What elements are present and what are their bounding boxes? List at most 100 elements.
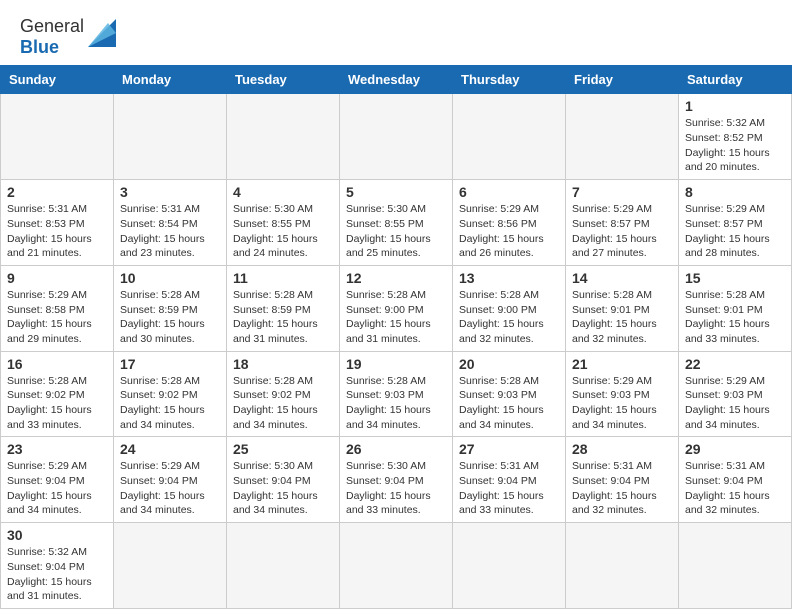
- logo-general-text: General: [20, 16, 84, 36]
- logo: General Blue: [20, 16, 116, 57]
- weekday-header-tuesday: Tuesday: [227, 66, 340, 94]
- day-info: Sunrise: 5:29 AM Sunset: 9:04 PM Dayligh…: [7, 459, 107, 518]
- day-number: 4: [233, 184, 333, 200]
- calendar-day-cell: [566, 523, 679, 609]
- day-number: 19: [346, 356, 446, 372]
- calendar-day-cell: [340, 94, 453, 180]
- day-info: Sunrise: 5:31 AM Sunset: 9:04 PM Dayligh…: [572, 459, 672, 518]
- day-number: 28: [572, 441, 672, 457]
- calendar-day-cell: [1, 94, 114, 180]
- weekday-header-thursday: Thursday: [453, 66, 566, 94]
- calendar-day-cell: 10Sunrise: 5:28 AM Sunset: 8:59 PM Dayli…: [114, 265, 227, 351]
- day-number: 27: [459, 441, 559, 457]
- day-info: Sunrise: 5:28 AM Sunset: 9:01 PM Dayligh…: [572, 288, 672, 347]
- calendar-day-cell: 25Sunrise: 5:30 AM Sunset: 9:04 PM Dayli…: [227, 437, 340, 523]
- day-info: Sunrise: 5:29 AM Sunset: 8:57 PM Dayligh…: [685, 202, 785, 261]
- calendar-day-cell: [114, 94, 227, 180]
- day-number: 15: [685, 270, 785, 286]
- calendar-day-cell: 6 Sunrise: 5:29 AM Sunset: 8:56 PM Daylig…: [453, 180, 566, 266]
- day-number: 18: [233, 356, 333, 372]
- day-info: Sunrise: 5:30 AM Sunset: 9:04 PM Dayligh…: [346, 459, 446, 518]
- day-number: 21: [572, 356, 672, 372]
- calendar-day-cell: 2Sunrise: 5:31 AM Sunset: 8:53 PM Daylig…: [1, 180, 114, 266]
- day-info: Sunrise: 5:28 AM Sunset: 9:00 PM Dayligh…: [459, 288, 559, 347]
- calendar-day-cell: 3 Sunrise: 5:31 AM Sunset: 8:54 PM Daylig…: [114, 180, 227, 266]
- calendar-day-cell: 4 Sunrise: 5:30 AM Sunset: 8:55 PM Daylig…: [227, 180, 340, 266]
- day-info: Sunrise: 5:29 AM Sunset: 9:03 PM Dayligh…: [572, 374, 672, 433]
- day-info: Sunrise: 5:29 AM Sunset: 9:03 PM Dayligh…: [685, 374, 785, 433]
- logo-text-block: General Blue: [20, 16, 84, 57]
- day-info: Sunrise: 5:31 AM Sunset: 8:54 PM Dayligh…: [120, 202, 220, 261]
- calendar-day-cell: 30 Sunrise: 5:32 AM Sunset: 9:04 PM Dayli…: [1, 523, 114, 609]
- calendar-day-cell: 21 Sunrise: 5:29 AM Sunset: 9:03 PM Dayli…: [566, 351, 679, 437]
- calendar-day-cell: 8 Sunrise: 5:29 AM Sunset: 8:57 PM Daylig…: [679, 180, 792, 266]
- day-number: 17: [120, 356, 220, 372]
- day-number: 6: [459, 184, 559, 200]
- calendar-day-cell: [566, 94, 679, 180]
- day-number: 22: [685, 356, 785, 372]
- calendar-day-cell: 13Sunrise: 5:28 AM Sunset: 9:00 PM Dayli…: [453, 265, 566, 351]
- calendar-day-cell: [114, 523, 227, 609]
- day-info: Sunrise: 5:28 AM Sunset: 9:03 PM Dayligh…: [346, 374, 446, 433]
- calendar-day-cell: 14 Sunrise: 5:28 AM Sunset: 9:01 PM Dayli…: [566, 265, 679, 351]
- calendar-table: SundayMondayTuesdayWednesdayThursdayFrid…: [0, 65, 792, 609]
- calendar-day-cell: 26 Sunrise: 5:30 AM Sunset: 9:04 PM Dayli…: [340, 437, 453, 523]
- calendar-day-cell: 27 Sunrise: 5:31 AM Sunset: 9:04 PM Dayli…: [453, 437, 566, 523]
- day-info: Sunrise: 5:30 AM Sunset: 8:55 PM Dayligh…: [346, 202, 446, 261]
- day-number: 16: [7, 356, 107, 372]
- day-info: Sunrise: 5:28 AM Sunset: 9:02 PM Dayligh…: [7, 374, 107, 433]
- day-info: Sunrise: 5:29 AM Sunset: 8:56 PM Dayligh…: [459, 202, 559, 261]
- logo-blue-text: Blue: [20, 37, 59, 57]
- calendar-day-cell: 7 Sunrise: 5:29 AM Sunset: 8:57 PM Daylig…: [566, 180, 679, 266]
- calendar-day-cell: 1Sunrise: 5:32 AM Sunset: 8:52 PM Daylig…: [679, 94, 792, 180]
- day-info: Sunrise: 5:31 AM Sunset: 9:04 PM Dayligh…: [459, 459, 559, 518]
- day-number: 3: [120, 184, 220, 200]
- logo-triangle-icon: [88, 19, 116, 47]
- day-number: 29: [685, 441, 785, 457]
- weekday-header-monday: Monday: [114, 66, 227, 94]
- day-info: Sunrise: 5:28 AM Sunset: 9:01 PM Dayligh…: [685, 288, 785, 347]
- weekday-header-wednesday: Wednesday: [340, 66, 453, 94]
- calendar-day-cell: 24Sunrise: 5:29 AM Sunset: 9:04 PM Dayli…: [114, 437, 227, 523]
- calendar-day-cell: 9Sunrise: 5:29 AM Sunset: 8:58 PM Daylig…: [1, 265, 114, 351]
- calendar-week-row: 16 Sunrise: 5:28 AM Sunset: 9:02 PM Dayli…: [1, 351, 792, 437]
- calendar-day-cell: 12 Sunrise: 5:28 AM Sunset: 9:00 PM Dayli…: [340, 265, 453, 351]
- day-info: Sunrise: 5:32 AM Sunset: 9:04 PM Dayligh…: [7, 545, 107, 604]
- calendar-day-cell: [679, 523, 792, 609]
- day-info: Sunrise: 5:28 AM Sunset: 9:00 PM Dayligh…: [346, 288, 446, 347]
- day-info: Sunrise: 5:29 AM Sunset: 8:57 PM Dayligh…: [572, 202, 672, 261]
- day-info: Sunrise: 5:29 AM Sunset: 8:58 PM Dayligh…: [7, 288, 107, 347]
- day-number: 26: [346, 441, 446, 457]
- calendar-day-cell: [340, 523, 453, 609]
- calendar-day-cell: 18 Sunrise: 5:28 AM Sunset: 9:02 PM Dayli…: [227, 351, 340, 437]
- calendar-week-row: 2Sunrise: 5:31 AM Sunset: 8:53 PM Daylig…: [1, 180, 792, 266]
- calendar-day-cell: 22 Sunrise: 5:29 AM Sunset: 9:03 PM Dayli…: [679, 351, 792, 437]
- day-number: 24: [120, 441, 220, 457]
- day-info: Sunrise: 5:30 AM Sunset: 8:55 PM Dayligh…: [233, 202, 333, 261]
- day-info: Sunrise: 5:28 AM Sunset: 8:59 PM Dayligh…: [233, 288, 333, 347]
- calendar-day-cell: 15 Sunrise: 5:28 AM Sunset: 9:01 PM Dayli…: [679, 265, 792, 351]
- calendar-day-cell: 11Sunrise: 5:28 AM Sunset: 8:59 PM Dayli…: [227, 265, 340, 351]
- day-number: 14: [572, 270, 672, 286]
- calendar-week-row: 23Sunrise: 5:29 AM Sunset: 9:04 PM Dayli…: [1, 437, 792, 523]
- calendar-day-cell: 23Sunrise: 5:29 AM Sunset: 9:04 PM Dayli…: [1, 437, 114, 523]
- day-info: Sunrise: 5:28 AM Sunset: 9:02 PM Dayligh…: [120, 374, 220, 433]
- day-info: Sunrise: 5:28 AM Sunset: 9:02 PM Dayligh…: [233, 374, 333, 433]
- calendar-day-cell: 16 Sunrise: 5:28 AM Sunset: 9:02 PM Dayli…: [1, 351, 114, 437]
- day-info: Sunrise: 5:28 AM Sunset: 8:59 PM Dayligh…: [120, 288, 220, 347]
- calendar-header-row: SundayMondayTuesdayWednesdayThursdayFrid…: [1, 66, 792, 94]
- calendar-day-cell: 19 Sunrise: 5:28 AM Sunset: 9:03 PM Dayli…: [340, 351, 453, 437]
- day-number: 12: [346, 270, 446, 286]
- calendar-day-cell: 5 Sunrise: 5:30 AM Sunset: 8:55 PM Daylig…: [340, 180, 453, 266]
- day-info: Sunrise: 5:30 AM Sunset: 9:04 PM Dayligh…: [233, 459, 333, 518]
- calendar-day-cell: 20Sunrise: 5:28 AM Sunset: 9:03 PM Dayli…: [453, 351, 566, 437]
- day-number: 5: [346, 184, 446, 200]
- calendar-day-cell: [453, 94, 566, 180]
- day-number: 8: [685, 184, 785, 200]
- day-number: 7: [572, 184, 672, 200]
- calendar-week-row: 1Sunrise: 5:32 AM Sunset: 8:52 PM Daylig…: [1, 94, 792, 180]
- day-info: Sunrise: 5:28 AM Sunset: 9:03 PM Dayligh…: [459, 374, 559, 433]
- day-number: 1: [685, 98, 785, 114]
- day-number: 30: [7, 527, 107, 543]
- weekday-header-saturday: Saturday: [679, 66, 792, 94]
